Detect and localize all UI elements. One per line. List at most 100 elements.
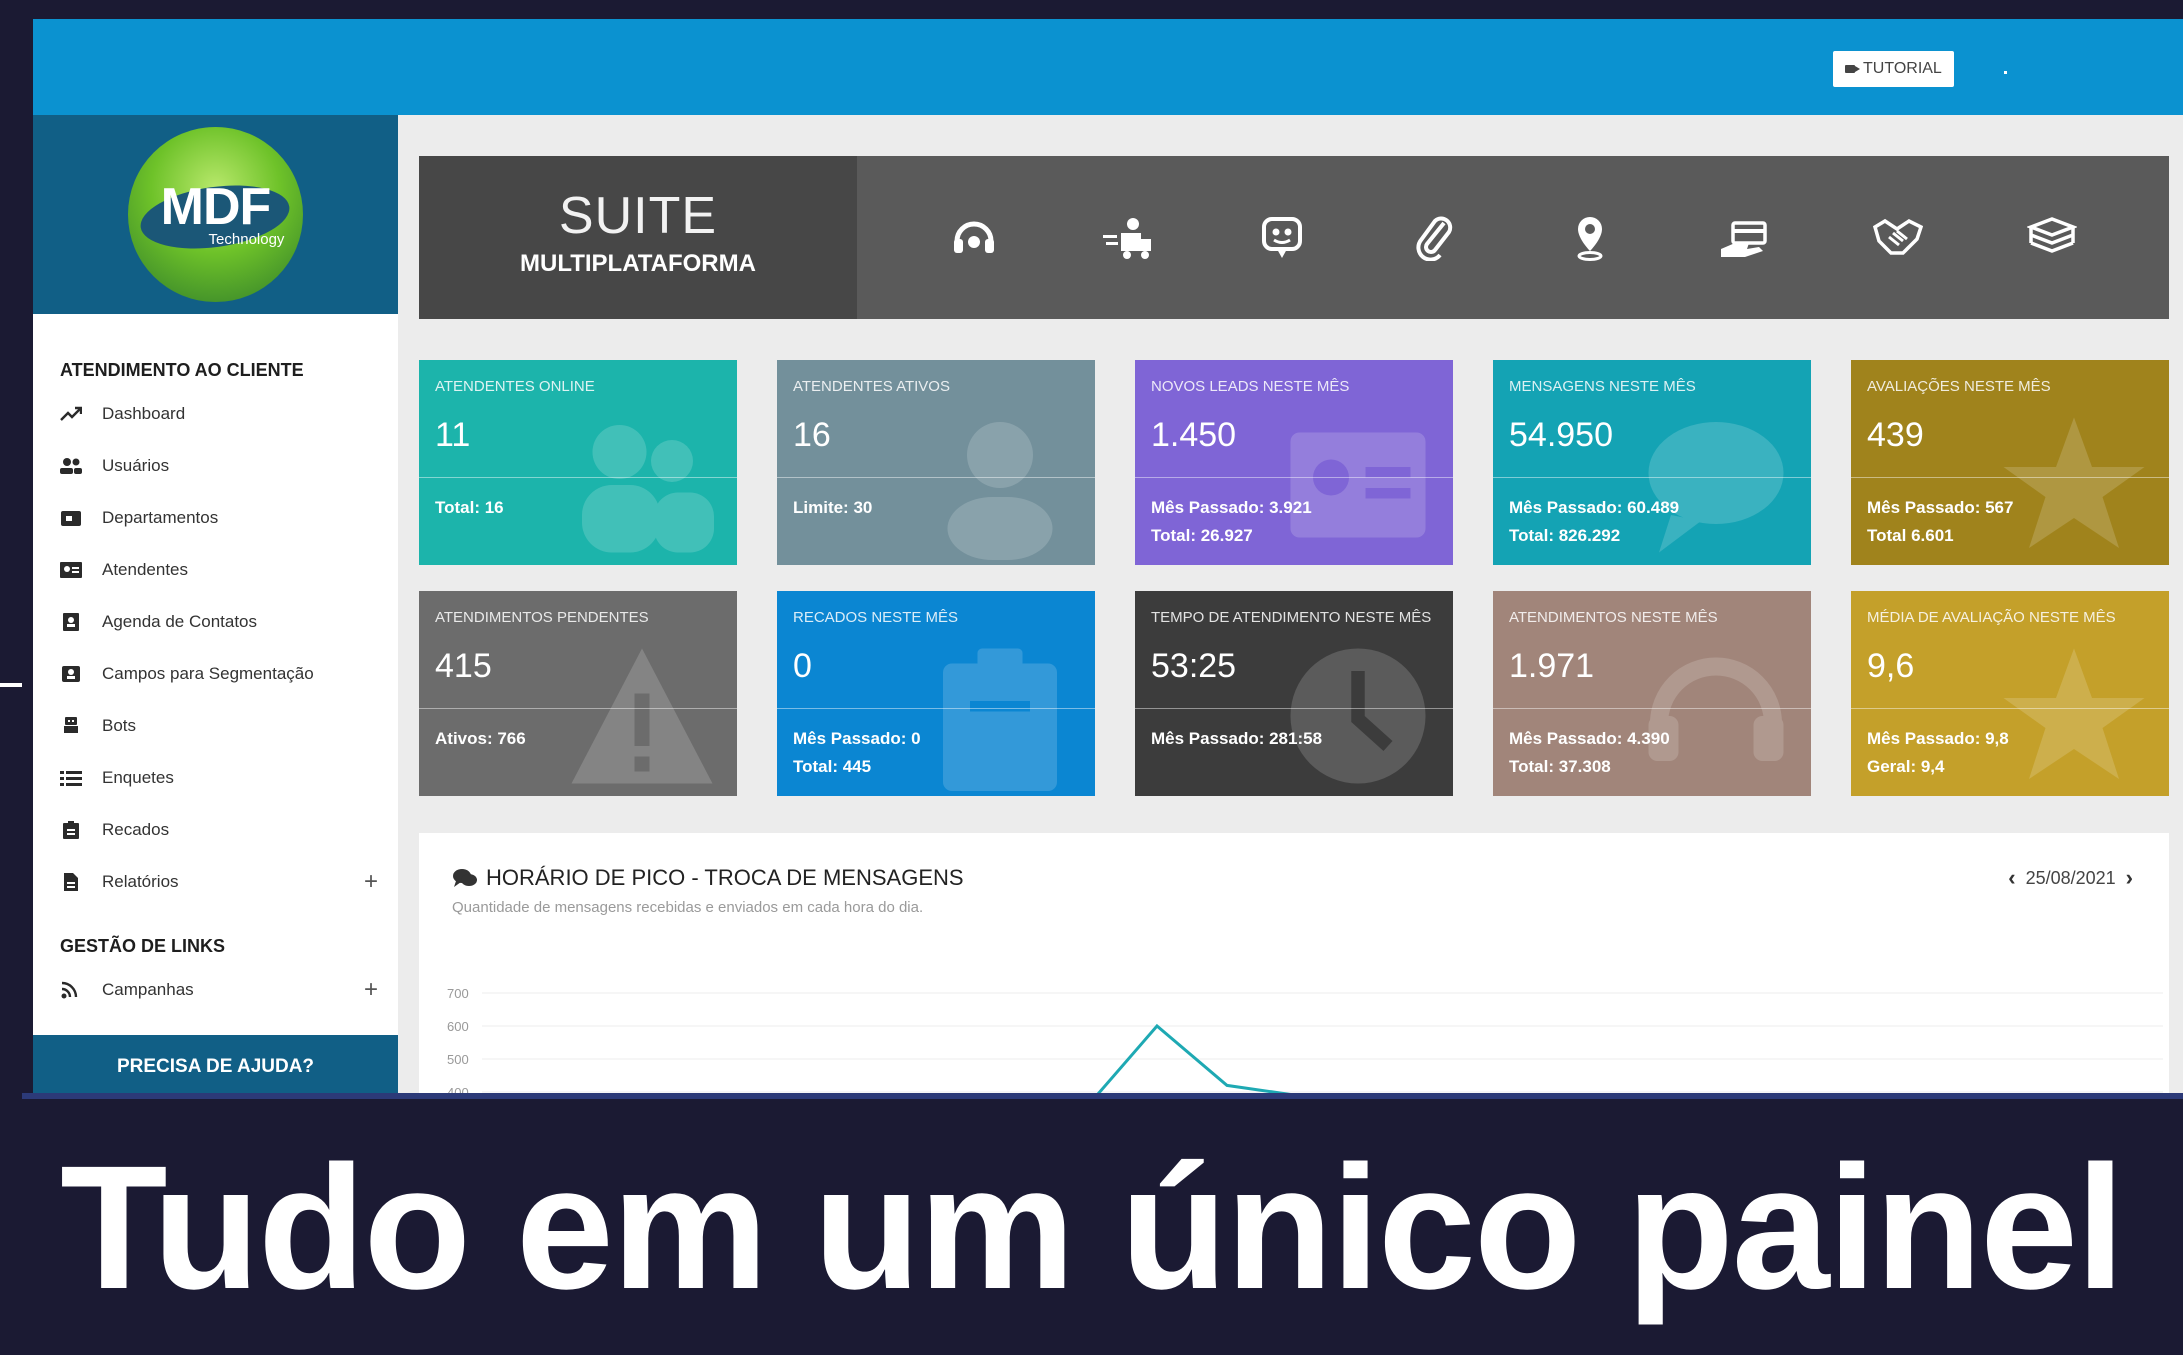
address-book-icon	[60, 613, 82, 631]
sidebar-item-campos-para-segmenta-o[interactable]: Campos para Segmentação	[33, 648, 398, 700]
sidebar-item-usu-rios[interactable]: Usuários	[33, 440, 398, 492]
user-menu-dot[interactable]	[2004, 71, 2007, 74]
stat-card[interactable]: MENSAGENS NESTE MÊS 54.950 Mês Passado: 60…	[1493, 360, 1811, 565]
folder-icon	[60, 509, 82, 527]
sidebar: MDF Technology ATENDIMENTO AO CLIENTE Da…	[33, 115, 398, 1099]
sidebar-item-label: Campos para Segmentação	[102, 664, 314, 683]
stack-icon[interactable]	[2026, 215, 2078, 261]
chat-bot-icon[interactable]	[1257, 215, 1307, 261]
logo-text: MDF	[160, 178, 272, 236]
help-button[interactable]: PRECISA DE AJUDA?	[33, 1035, 398, 1099]
card-background-icon	[567, 410, 717, 560]
sidebar-item-agenda-de-contatos[interactable]: Agenda de Contatos	[33, 596, 398, 648]
card-footer-primary: Mês Passado: 9,8	[1867, 729, 2009, 748]
stat-card[interactable]: ATENDIMENTOS NESTE MÊS 1.971 Mês Passado: …	[1493, 591, 1811, 796]
delivery-icon[interactable]	[1103, 215, 1153, 261]
sidebar-item-recados[interactable]: Recados	[33, 804, 398, 856]
sidebar-item-label: Dashboard	[102, 404, 186, 423]
card-footer-secondary: Total: 37.308	[1509, 757, 1611, 776]
card-footer-primary: Mês Passado: 4.390	[1509, 729, 1670, 748]
rss-icon	[60, 981, 82, 999]
stat-card[interactable]: ATENDENTES ONLINE 11 Total: 16	[419, 360, 737, 565]
headset-icon[interactable]	[949, 215, 999, 261]
stat-card[interactable]: ATENDIMENTOS PENDENTES 415 Ativos: 766	[419, 591, 737, 796]
chart-subtitle: Quantidade de mensagens recebidas e envi…	[452, 899, 924, 916]
sidebar-item-bots[interactable]: Bots	[33, 700, 398, 752]
suite-bar: SUITE MULTIPLATAFORMA	[419, 156, 2169, 319]
card-divider	[419, 477, 737, 478]
card-background-icon	[1641, 410, 1791, 560]
handshake-icon[interactable]	[1872, 215, 1924, 261]
sidebar-item-label: Departamentos	[102, 508, 219, 527]
card-footer-primary: Mês Passado: 60.489	[1509, 498, 1680, 517]
card-footer-secondary: Geral: 9,4	[1867, 757, 1945, 776]
card-label: RECADOS NESTE MÊS	[793, 609, 959, 626]
sidebar-item-label: Atendentes	[102, 560, 189, 579]
nav-list-links: Campanhas +	[33, 964, 398, 1016]
card-divider	[419, 708, 737, 709]
card-divider	[1135, 477, 1453, 478]
card-label: TEMPO DE ATENDIMENTO NESTE MÊS	[1151, 609, 1432, 626]
card-value: 53:25	[1151, 647, 1237, 685]
card-footer-primary: Ativos: 766	[435, 729, 526, 748]
frame: TUTORIAL MDF Technology ATENDIMENTO AO C…	[0, 0, 2183, 1355]
card-label: AVALIAÇÕES NESTE MÊS	[1867, 378, 2051, 395]
card-value: 54.950	[1509, 416, 1613, 454]
payment-icon[interactable]	[1719, 215, 1769, 261]
video-icon	[1845, 65, 1860, 73]
card-footer-secondary: Total: 26.927	[1151, 526, 1253, 545]
expand-plus-icon[interactable]: +	[364, 976, 378, 1004]
card-background-icon	[1283, 410, 1433, 560]
location-pin-icon[interactable]	[1565, 215, 1615, 261]
sidebar-item-label: Usuários	[102, 456, 170, 475]
card-footer-secondary: Total: 826.292	[1509, 526, 1621, 545]
card-value: 0	[793, 647, 812, 685]
sidebar-item-dashboard[interactable]: Dashboard	[33, 388, 398, 440]
logo-area: MDF Technology	[33, 115, 398, 314]
users-icon	[60, 457, 82, 475]
sidebar-item-campanhas[interactable]: Campanhas +	[33, 964, 398, 1016]
card-label: ATENDENTES ONLINE	[435, 378, 595, 395]
card-value: 9,6	[1867, 647, 1915, 685]
card-background-icon	[1999, 410, 2149, 560]
robot-icon	[60, 717, 82, 735]
card-background-icon	[567, 641, 717, 791]
tutorial-button[interactable]: TUTORIAL	[1833, 51, 1954, 87]
sidebar-item-label: Agenda de Contatos	[102, 612, 258, 631]
expand-plus-icon[interactable]: +	[364, 868, 378, 896]
card-background-icon	[925, 410, 1075, 560]
stat-card[interactable]: ATENDENTES ATIVOS 16 Limite: 30	[777, 360, 1095, 565]
card-value: 11	[435, 416, 471, 454]
stat-card[interactable]: MÉDIA DE AVALIAÇÃO NESTE MÊS 9,6 Mês Passa…	[1851, 591, 2169, 796]
card-background-icon	[1283, 641, 1433, 791]
y-tick-label: 600	[447, 1019, 469, 1034]
card-divider	[1493, 708, 1811, 709]
stat-card[interactable]: NOVOS LEADS NESTE MÊS 1.450 Mês Passado: 3…	[1135, 360, 1453, 565]
card-label: NOVOS LEADS NESTE MÊS	[1151, 378, 1350, 395]
sidebar-item-atendentes[interactable]: Atendentes	[33, 544, 398, 596]
paperclip-icon[interactable]	[1411, 215, 1461, 262]
stat-card[interactable]: TEMPO DE ATENDIMENTO NESTE MÊS 53:25 Mês P…	[1135, 591, 1453, 796]
tutorial-label: TUTORIAL	[1863, 60, 1942, 77]
sidebar-item-label: Campanhas	[102, 980, 194, 999]
y-tick-label: 700	[447, 986, 469, 1001]
mdf-logo[interactable]: MDF Technology	[128, 127, 303, 302]
card-footer-primary: Mês Passado: 3.921	[1151, 498, 1312, 517]
card-footer-secondary: Total: 445	[793, 757, 872, 776]
card-value: 1.971	[1509, 647, 1595, 685]
chevron-left-icon[interactable]: ‹	[2008, 865, 2015, 891]
stat-card[interactable]: RECADOS NESTE MÊS 0 Mês Passado: 0 Total: 4…	[777, 591, 1095, 796]
stat-card[interactable]: AVALIAÇÕES NESTE MÊS 439 Mês Passado: 567 T…	[1851, 360, 2169, 565]
sidebar-item-departamentos[interactable]: Departamentos	[33, 492, 398, 544]
card-label: ATENDENTES ATIVOS	[793, 378, 950, 395]
chevron-right-icon[interactable]: ›	[2126, 865, 2133, 891]
card-footer-primary: Limite: 30	[793, 498, 873, 517]
sidebar-item-enquetes[interactable]: Enquetes	[33, 752, 398, 804]
card-label: ATENDIMENTOS NESTE MÊS	[1509, 609, 1718, 626]
card-label: ATENDIMENTOS PENDENTES	[435, 609, 649, 626]
caption-text: Tudo em um único painel	[60, 1130, 2125, 1326]
dashboard-screen: TUTORIAL MDF Technology ATENDIMENTO AO C…	[33, 19, 2183, 1099]
nav-list: Dashboard Usuários Departamentos Atendentes…	[33, 388, 398, 908]
sidebar-item-relat-rios[interactable]: Relatórios +	[33, 856, 398, 908]
card-value: 415	[435, 647, 492, 685]
